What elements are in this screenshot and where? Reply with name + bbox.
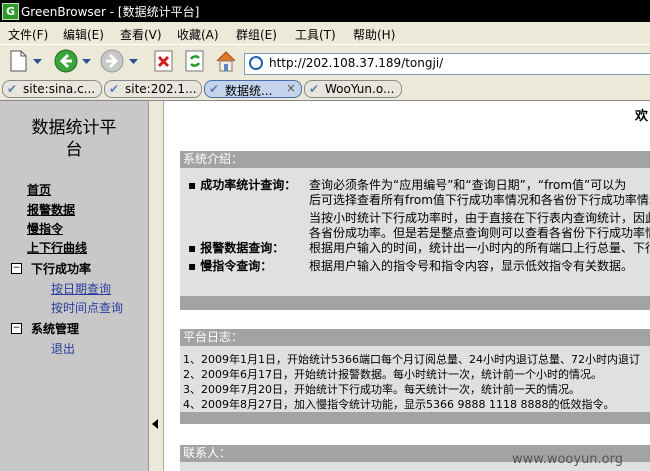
tab-stats-platform[interactable]: ✔ 数据统... × (204, 80, 302, 98)
tree-item-query-by-date[interactable]: 按日期查询 (51, 280, 111, 297)
app-logo-icon: G (2, 3, 19, 20)
sidebar: 数据统计平台 首页 报警数据 慢指令 上下行曲线 − 下行成功率 按日期查询 按… (0, 101, 149, 471)
log-line: 4、2009年8月27日，加入慢指令统计功能，显示5366 9888 1118 … (183, 398, 615, 411)
tab-close-icon[interactable]: × (286, 81, 296, 95)
collapse-icon[interactable]: − (11, 323, 22, 334)
new-dropdown-icon[interactable] (33, 59, 42, 65)
item-text: 后可选择查看所有from值下行成功率情况和各省份下行成功率情况 (309, 193, 650, 207)
item-label: ▪ 成功率统计查询： (188, 178, 297, 192)
page-check-icon: ✔ (109, 82, 120, 96)
home-icon[interactable] (214, 49, 238, 73)
tab-label: WooYun.o... (325, 82, 395, 96)
main-content: 欢 系统介绍： ▪ 成功率统计查询： 查询必须条件为“应用编号”和“查询日期”，… (164, 101, 650, 471)
tab-bar: ✔ site:sina.c... ✔ site:202.1... ✔ 数据统..… (0, 78, 650, 101)
tab-label: site:sina.c... (23, 82, 96, 96)
back-dropdown-icon[interactable] (82, 59, 91, 65)
tab-label: site:202.1... (125, 82, 197, 96)
collapse-icon[interactable]: − (11, 263, 22, 274)
menu-edit[interactable]: 编辑(E) (63, 26, 104, 43)
tree-item-query-by-time[interactable]: 按时间点查询 (51, 299, 123, 316)
sidebar-title: 数据统计平台 (0, 117, 148, 161)
item-label: ▪ 报警数据查询： (188, 241, 285, 255)
new-page-icon[interactable] (6, 49, 30, 73)
back-icon[interactable] (54, 49, 78, 73)
tree-item-logout[interactable]: 退出 (51, 340, 75, 357)
toolbar: http://202.108.37.189/tongji/ (0, 44, 650, 79)
log-body: 1、2009年1月1日，开始统计5366端口每个月订阅总量、24小时内退订总量、… (180, 346, 650, 412)
log-footer-bar (180, 412, 650, 424)
menu-bar: 文件(F) 编辑(E) 查看(V) 收藏(A) 群组(E) 工具(T) 帮助(H… (0, 22, 650, 44)
log-line: 2、2009年6月17日，开始统计报警数据。每小时统计一次，统计前一个小时的情况… (183, 368, 602, 381)
globe-icon (249, 56, 263, 70)
address-input[interactable]: http://202.108.37.189/tongji/ (269, 56, 443, 70)
menu-view[interactable]: 查看(V) (120, 26, 162, 43)
tab-wooyun[interactable]: ✔ WooYun.o... (304, 80, 402, 98)
window-title: GreenBrowser - [数据统计平台] (21, 5, 200, 19)
item-text: 根据用户输入的指令号和指令内容，显示低效指令有关数据。 (309, 259, 634, 273)
forward-icon[interactable] (100, 49, 124, 73)
collapse-arrow-icon[interactable] (152, 419, 158, 429)
sidebar-title-text: 数据统计平台 (31, 118, 117, 160)
watermark-text: www.wooyun.org (512, 452, 624, 467)
intro-footer-bar (180, 296, 650, 310)
address-bar[interactable]: http://202.108.37.189/tongji/ (244, 53, 650, 75)
menu-file[interactable]: 文件(F) (8, 26, 48, 43)
intro-body: ▪ 成功率统计查询： 查询必须条件为“应用编号”和“查询日期”，“from值”可… (180, 168, 650, 296)
tab-site-202[interactable]: ✔ site:202.1... (104, 80, 202, 98)
tab-label: 数据统... (225, 84, 273, 98)
menu-tools[interactable]: 工具(T) (295, 26, 336, 43)
welcome-text: 欢 (635, 109, 649, 124)
tree-group-system-admin[interactable]: 系统管理 (31, 320, 79, 337)
log-header: 平台日志： (180, 329, 650, 346)
tab-sina[interactable]: ✔ site:sina.c... (2, 80, 102, 98)
page-check-icon: ✔ (209, 82, 220, 96)
nav-traffic-curve-link[interactable]: 上下行曲线 (27, 239, 87, 256)
nav-home-link[interactable]: 首页 (27, 181, 51, 198)
frame-splitter[interactable] (149, 101, 164, 471)
intro-header: 系统介绍： (180, 151, 650, 168)
menu-groups[interactable]: 群组(E) (236, 26, 277, 43)
nav-alarm-data-link[interactable]: 报警数据 (27, 201, 75, 218)
menu-favorites[interactable]: 收藏(A) (177, 26, 219, 43)
title-bar: G GreenBrowser - [数据统计平台] (0, 0, 650, 22)
refresh-icon[interactable] (183, 49, 207, 73)
menu-help[interactable]: 帮助(H) (353, 26, 395, 43)
page-check-icon: ✔ (309, 82, 320, 96)
forward-dropdown-icon[interactable] (129, 59, 138, 65)
item-label: ▪ 慢指令查询： (188, 259, 273, 273)
stop-icon[interactable] (152, 49, 176, 73)
page-check-icon: ✔ (7, 82, 18, 96)
log-line: 3、2009年7月20日，开始统计下行成功率。每天统计一次，统计前一天的情况。 (183, 383, 580, 396)
log-line: 1、2009年1月1日，开始统计5366端口每个月订阅总量、24小时内退订总量、… (183, 353, 640, 366)
nav-slow-command-link[interactable]: 慢指令 (27, 220, 63, 237)
tree-group-success-rate[interactable]: 下行成功率 (31, 260, 91, 277)
item-text: 根据用户输入的时间，统计出一小时内的所有端口上行总量、下行 (309, 241, 650, 255)
